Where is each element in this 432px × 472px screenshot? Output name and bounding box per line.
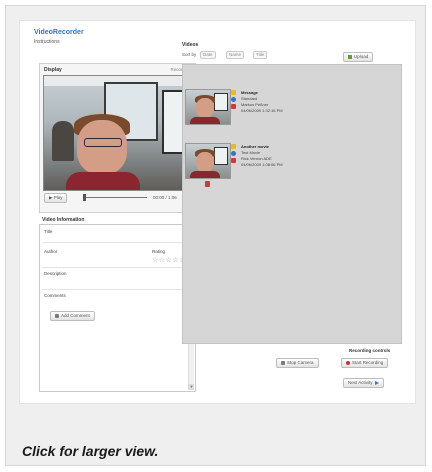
play-label: Play — [53, 195, 63, 200]
thumb-shirt — [190, 171, 220, 178]
upload-button[interactable]: Upload — [343, 52, 374, 62]
background-person — [52, 121, 74, 161]
rating-label: Rating — [152, 249, 166, 254]
webcam-video[interactable] — [43, 75, 194, 191]
divider — [42, 267, 187, 268]
divider — [42, 289, 187, 290]
star-icon[interactable] — [231, 144, 236, 149]
video-details: Message Standard Markus Peßner 04/06/200… — [241, 90, 283, 114]
start-recording-label: Start Recording — [352, 360, 384, 365]
sort-by-date[interactable]: Date — [200, 51, 216, 59]
thumb-window — [214, 147, 228, 165]
seek-handle[interactable] — [83, 194, 86, 201]
delete-icon[interactable] — [231, 104, 236, 109]
add-comment-label: Add Comment — [61, 313, 90, 318]
video-thumbnail[interactable] — [185, 143, 231, 179]
upload-label: Upload — [354, 54, 369, 59]
next-activity-label: Next Activity — [348, 380, 373, 385]
next-activity-button[interactable]: Next Activity — [343, 378, 384, 388]
info-icon[interactable] — [231, 151, 236, 156]
video-thumbnail[interactable] — [185, 89, 231, 125]
recording-controls-label: Recording controls — [349, 348, 391, 353]
time-readout: 00:00 / 1:06 — [153, 195, 177, 200]
display-panel: Display Recording ▶ Play 00:00 / 1:06 — [39, 63, 196, 213]
comments-label: Comments — [44, 293, 66, 298]
video-date: 04/06/2009 1:32:16 PM — [241, 108, 283, 113]
scroll-down-icon[interactable]: ▼ — [189, 384, 194, 390]
video-item[interactable]: Message Standard Markus Peßner 04/06/200… — [185, 89, 385, 127]
video-details: Another movie Test Movie Rick Vernon ADE… — [241, 144, 283, 168]
delete-icon[interactable] — [231, 158, 236, 163]
upload-icon — [348, 54, 352, 59]
video-info-title: Video Information — [42, 217, 85, 223]
record-icon — [346, 360, 350, 365]
seek-slider[interactable] — [83, 197, 147, 198]
item-icons — [231, 144, 237, 165]
caption[interactable]: Click for larger view. — [22, 443, 158, 459]
camera-icon — [281, 360, 285, 365]
arrow-right-icon — [374, 380, 379, 385]
trash-icon[interactable] — [205, 181, 210, 187]
person-shirt — [66, 172, 140, 190]
item-icons — [231, 90, 237, 111]
thumb-window — [214, 93, 228, 111]
start-recording-button[interactable]: Start Recording — [341, 358, 389, 368]
sort-by-title[interactable]: Title — [253, 51, 268, 59]
video-date: 04/06/2009 1:08:06 PM — [241, 162, 283, 167]
thumb-face — [196, 98, 214, 118]
thumb-face — [196, 152, 214, 172]
video-item[interactable]: Another movie Test Movie Rick Vernon ADE… — [185, 143, 385, 181]
instructions-link[interactable]: Instructions — [34, 39, 60, 45]
stop-camera-label: Stop Camera — [287, 360, 314, 365]
star-icon[interactable] — [231, 90, 236, 95]
stop-camera-button[interactable]: Stop Camera — [276, 358, 319, 368]
sort-label: Sort by — [182, 52, 197, 57]
videos-title: Videos — [182, 42, 199, 48]
add-comment-button[interactable]: Add Comment — [50, 311, 95, 321]
videos-list[interactable]: Message Standard Markus Peßner 04/06/200… — [182, 64, 402, 344]
sort-by-name[interactable]: Name — [226, 51, 245, 59]
person-face — [77, 120, 127, 174]
author-label: Author — [44, 249, 58, 254]
person-glasses — [84, 138, 122, 147]
app-title: VideoRecorder — [34, 29, 84, 36]
thumb-shirt — [190, 117, 220, 124]
display-header: Display — [44, 67, 62, 73]
video-info-panel: ▲ ▼ Title Author Rating ☆☆☆☆☆ Descriptio… — [39, 224, 196, 392]
video-controls: ▶ Play 00:00 / 1:06 — [43, 192, 192, 207]
description-label: Description — [44, 271, 67, 276]
comment-icon — [55, 313, 59, 318]
rating-stars[interactable]: ☆☆☆☆☆ — [152, 256, 186, 264]
play-button[interactable]: ▶ Play — [44, 193, 68, 203]
title-label: Title — [44, 229, 53, 234]
info-icon[interactable] — [231, 97, 236, 102]
divider — [42, 242, 187, 243]
